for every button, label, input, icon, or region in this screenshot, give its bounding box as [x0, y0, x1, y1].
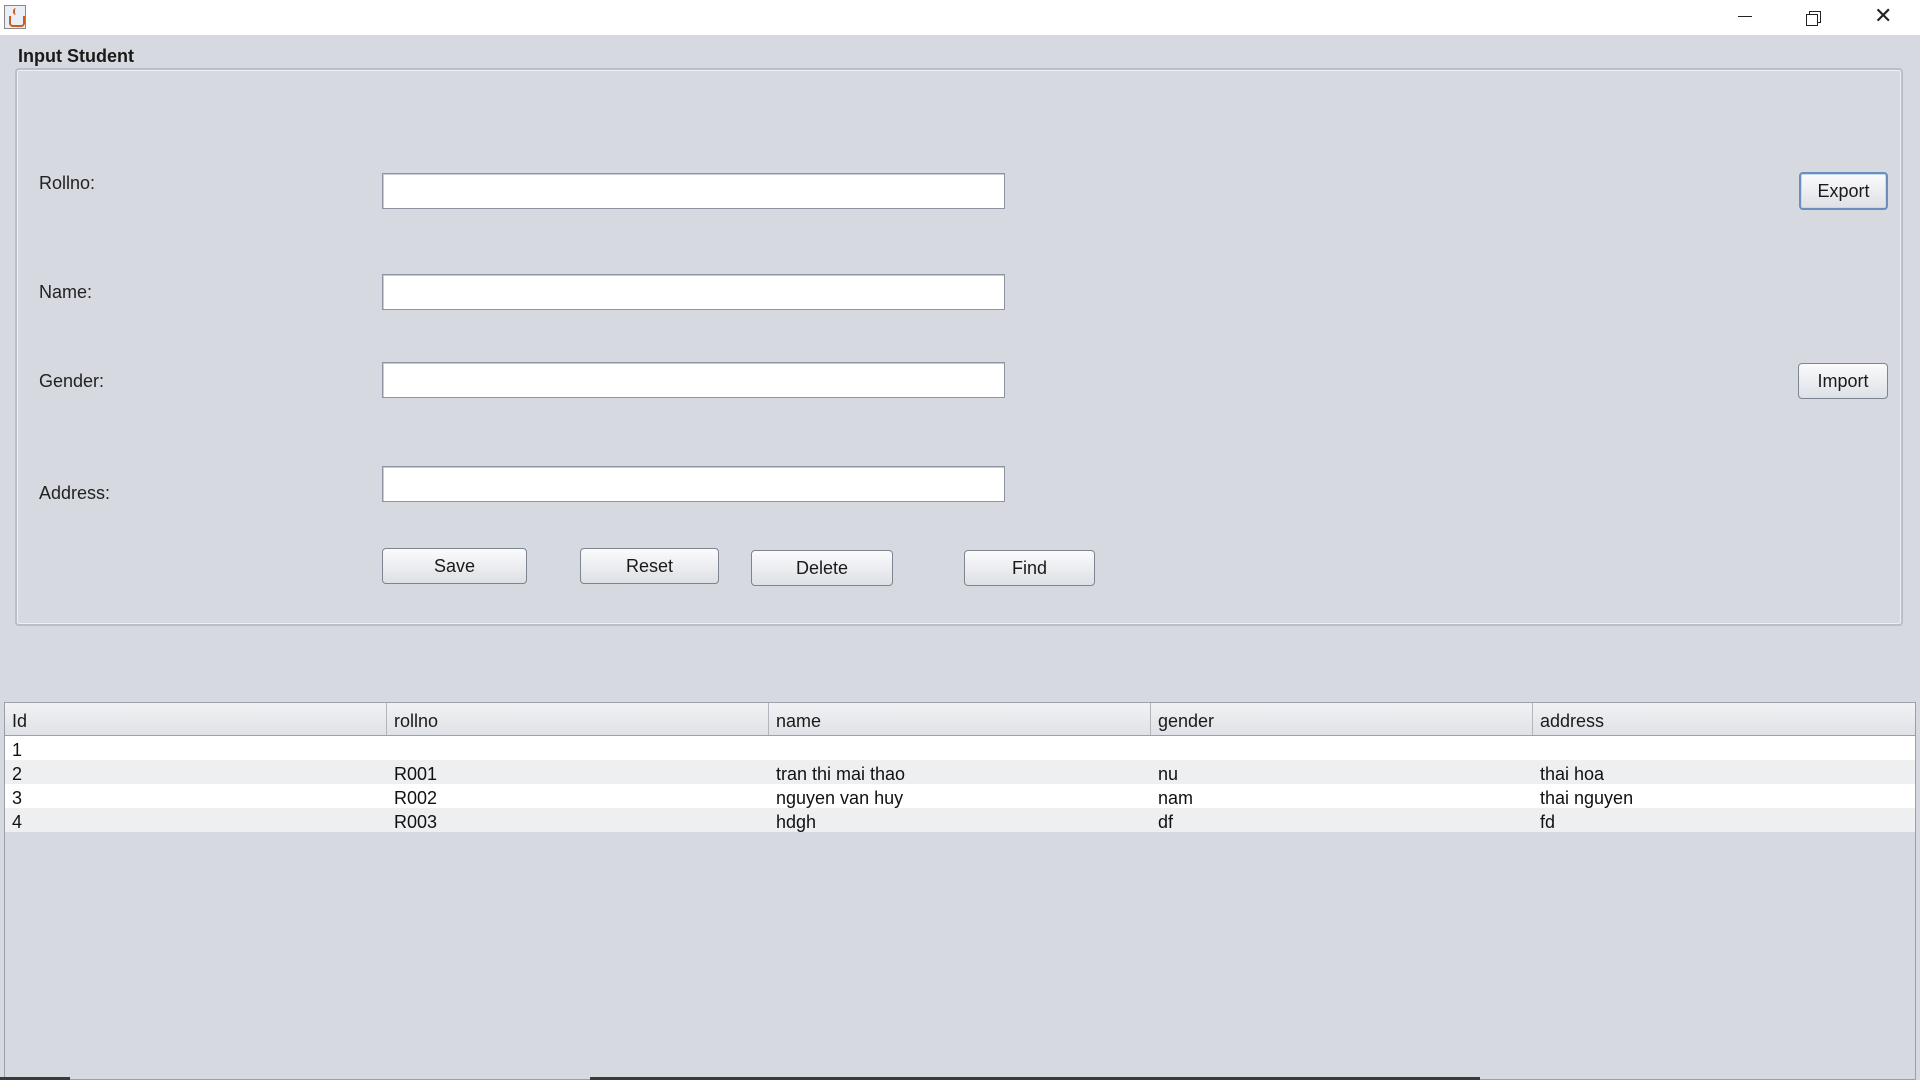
- cell-rollno: R001: [394, 764, 438, 784]
- import-button[interactable]: Import: [1798, 363, 1888, 399]
- rollno-label: Rollno:: [39, 173, 96, 193]
- cell-name: [769, 736, 1151, 760]
- column-header-id[interactable]: Id: [5, 703, 387, 735]
- name-field[interactable]: [382, 274, 1005, 310]
- cell-address: thai hoa: [1540, 764, 1605, 784]
- restore-button[interactable]: [1779, 0, 1849, 35]
- cell-address: fd: [1540, 812, 1556, 832]
- cell-id: 3: [12, 788, 23, 808]
- title-bar: ✕: [0, 0, 1920, 35]
- cell-address: thai nguyen: [1540, 788, 1634, 808]
- cell-name: tran thi mai thao: [776, 764, 906, 784]
- rollno-field[interactable]: [382, 173, 1005, 209]
- minimize-button[interactable]: [1710, 0, 1780, 35]
- cell-rollno: R003: [394, 812, 438, 832]
- cell-name: nguyen van huy: [776, 788, 904, 808]
- column-header-name[interactable]: name: [769, 703, 1151, 735]
- cell-id: 4: [12, 812, 23, 832]
- column-header-gender[interactable]: gender: [1151, 703, 1533, 735]
- address-label: Address:: [39, 483, 111, 503]
- input-student-panel: [15, 68, 1903, 626]
- table-row[interactable]: 4 R003 hdgh df fd: [5, 808, 1915, 832]
- table-row[interactable]: 2 R001 tran thi mai thao nu thai hoa: [5, 760, 1915, 784]
- delete-button[interactable]: Delete: [751, 550, 893, 586]
- cell-rollno: [387, 736, 769, 760]
- reset-button[interactable]: Reset: [580, 548, 719, 584]
- cell-gender: df: [1158, 812, 1174, 832]
- name-label: Name:: [39, 282, 93, 302]
- cell-rollno: R002: [394, 788, 438, 808]
- table-row[interactable]: 3 R002 nguyen van huy nam thai nguyen: [5, 784, 1915, 808]
- panel-title: Input Student: [18, 46, 134, 66]
- column-header-rollno[interactable]: rollno: [387, 703, 769, 735]
- table-row[interactable]: 1: [5, 736, 1915, 760]
- find-button[interactable]: Find: [964, 550, 1095, 586]
- cell-id: 2: [12, 764, 23, 784]
- java-cup-icon[interactable]: [4, 5, 26, 29]
- export-button[interactable]: Export: [1799, 172, 1888, 210]
- address-field[interactable]: [382, 466, 1005, 502]
- cell-address: [1533, 736, 1915, 760]
- cell-id: 1: [12, 740, 23, 760]
- cell-name: hdgh: [776, 812, 817, 832]
- cell-gender: [1151, 736, 1533, 760]
- minimize-icon: [1738, 16, 1752, 17]
- cell-gender: nu: [1158, 764, 1179, 784]
- close-button[interactable]: ✕: [1848, 0, 1918, 35]
- cell-gender: nam: [1158, 788, 1194, 808]
- close-icon: ✕: [1874, 4, 1893, 29]
- gender-label: Gender:: [39, 371, 105, 391]
- table-header: Id rollno name gender address: [5, 703, 1915, 736]
- save-button[interactable]: Save: [382, 548, 527, 584]
- gender-field[interactable]: [382, 362, 1005, 398]
- column-header-address[interactable]: address: [1533, 703, 1915, 735]
- students-table[interactable]: Id rollno name gender address 1 2 R001 t…: [4, 702, 1916, 1080]
